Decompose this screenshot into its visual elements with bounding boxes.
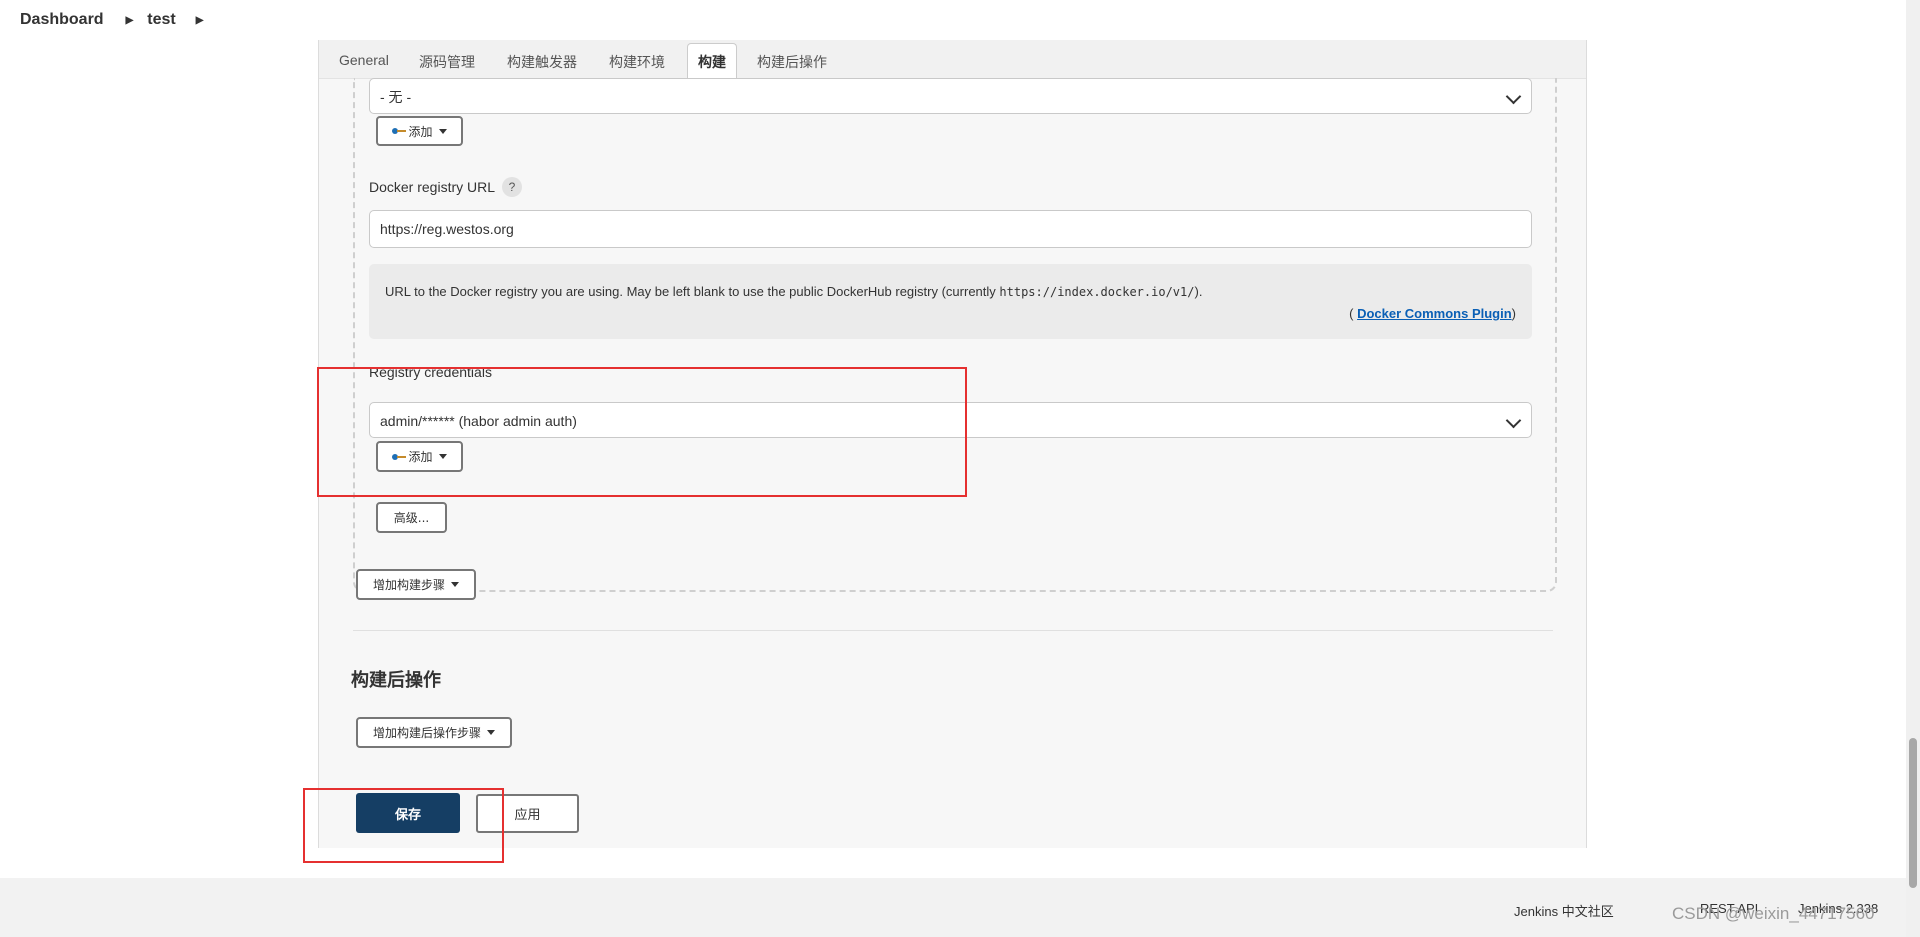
plugin-attribution: ( Docker Commons Plugin) bbox=[1349, 306, 1516, 321]
tab-general[interactable]: General bbox=[339, 52, 389, 68]
docker-commons-plugin-link[interactable]: Docker Commons Plugin bbox=[1357, 306, 1512, 321]
post-build-section-title: 构建后操作 bbox=[351, 670, 441, 690]
docker-registry-url-input[interactable]: https://reg.westos.org bbox=[369, 210, 1532, 248]
tab-build-triggers[interactable]: 构建触发器 bbox=[507, 52, 577, 72]
caret-down-icon bbox=[487, 730, 495, 735]
tab-build-environment[interactable]: 构建环境 bbox=[609, 52, 665, 72]
add-credentials-label: 添加 bbox=[408, 124, 433, 139]
chevron-down-icon bbox=[1505, 88, 1522, 105]
footer-community-link[interactable]: Jenkins 中文社区 bbox=[1514, 901, 1614, 920]
tab-source-control[interactable]: 源码管理 bbox=[419, 52, 475, 72]
help-icon[interactable]: ? bbox=[502, 177, 522, 197]
chevron-down-icon bbox=[1505, 412, 1522, 429]
section-divider bbox=[353, 630, 1553, 631]
breadcrumb-dashboard-link[interactable]: Dashboard bbox=[0, 11, 104, 29]
credentials-select-value: - 无 - bbox=[380, 89, 412, 105]
scrollbar-thumb[interactable] bbox=[1909, 738, 1917, 888]
credentials-select-top[interactable]: - 无 - bbox=[369, 78, 1532, 114]
highlight-box-registry-credentials bbox=[317, 367, 967, 497]
help-text: URL to the Docker registry you are using… bbox=[385, 284, 1203, 299]
add-build-step-button[interactable]: 增加构建步骤 bbox=[356, 569, 476, 600]
caret-down-icon bbox=[451, 582, 459, 587]
caret-down-icon bbox=[438, 128, 447, 134]
help-code: https://index.docker.io/v1/ bbox=[999, 285, 1195, 299]
tab-post-build[interactable]: 构建后操作 bbox=[757, 52, 827, 72]
breadcrumb-job-link[interactable]: test bbox=[147, 11, 175, 29]
watermark: CSDN @weixin_44717560 bbox=[1672, 904, 1875, 923]
add-post-build-step-button[interactable]: 增加构建后操作步骤 bbox=[356, 717, 512, 748]
scrollbar[interactable] bbox=[1906, 0, 1920, 937]
config-tabs: General 源码管理 构建触发器 构建环境 构建 构建后操作 bbox=[319, 40, 1586, 80]
advanced-button[interactable]: 高级... bbox=[376, 502, 447, 533]
key-icon bbox=[392, 128, 407, 134]
breadcrumb-separator-icon[interactable]: ▶ bbox=[126, 15, 134, 26]
breadcrumb: Dashboard ▶ test ▶ bbox=[0, 0, 1906, 40]
tab-build[interactable]: 构建 bbox=[687, 43, 737, 80]
docker-registry-url-label: Docker registry URL bbox=[369, 179, 496, 195]
docker-registry-help-box: URL to the Docker registry you are using… bbox=[369, 264, 1532, 339]
add-credentials-button[interactable]: 添加 bbox=[376, 116, 463, 146]
add-post-build-step-label: 增加构建后操作步骤 bbox=[372, 726, 481, 740]
breadcrumb-separator-icon[interactable]: ▶ bbox=[196, 15, 204, 26]
footer: Jenkins 中文社区 REST API Jenkins 2.338 bbox=[0, 878, 1906, 937]
highlight-box-save bbox=[303, 788, 504, 863]
add-build-step-label: 增加构建步骤 bbox=[372, 578, 445, 592]
